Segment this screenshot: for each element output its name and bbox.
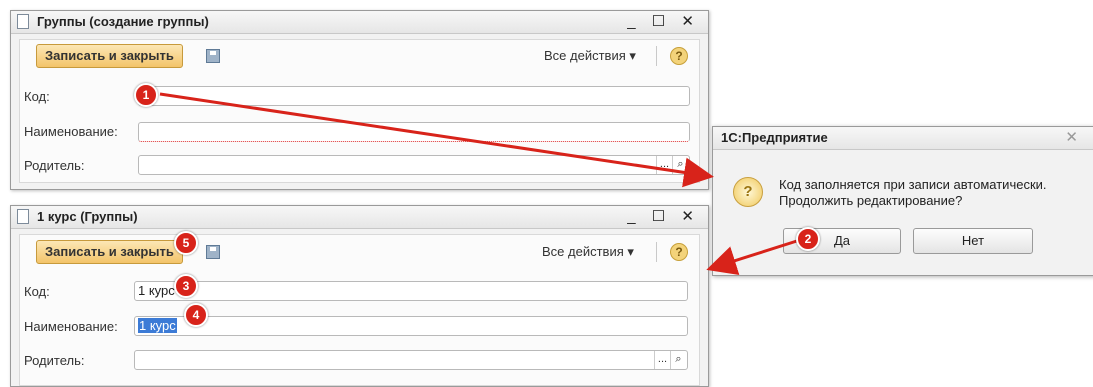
window-title: 1 курс (Группы) — [37, 209, 138, 224]
dialog-close-icon[interactable]: ✕ — [1065, 128, 1084, 146]
step-badge-5: 5 — [174, 231, 198, 255]
document-icon — [17, 14, 29, 29]
parent-field[interactable] — [138, 155, 690, 175]
dialog-title: 1С:Предприятие — [721, 130, 828, 145]
name-field[interactable]: 1 курс — [134, 316, 688, 336]
parent-label: Родитель: — [24, 158, 85, 173]
search-icon[interactable]: ⌕ — [670, 351, 686, 369]
save-and-close-button[interactable]: Записать и закрыть — [36, 44, 183, 68]
search-icon[interactable]: ⌕ — [672, 156, 688, 174]
save-icon[interactable] — [206, 245, 220, 259]
minimize-icon[interactable]: _ — [627, 208, 641, 225]
maximize-icon[interactable]: ☐ — [652, 207, 671, 225]
toolbar-separator — [656, 46, 657, 66]
step-badge-4: 4 — [184, 303, 208, 327]
form-panel: Записать и закрыть Все действия ▾ ? Код:… — [19, 234, 700, 386]
selected-text: 1 курс — [138, 318, 177, 333]
name-label: Наименование: — [24, 319, 118, 334]
close-icon[interactable]: ✕ — [681, 12, 700, 30]
window-title: Группы (создание группы) — [37, 14, 209, 29]
confirm-dialog: 1С:Предприятие ✕ ? Код заполняется при з… — [712, 126, 1093, 276]
code-label: Код: — [24, 284, 50, 299]
maximize-icon[interactable]: ☐ — [652, 12, 671, 30]
window-create-group: Группы (создание группы) _ ☐ ✕ Записать … — [10, 10, 709, 190]
step-badge-2: 2 — [796, 227, 820, 251]
close-icon[interactable]: ✕ — [681, 207, 700, 225]
parent-label: Родитель: — [24, 353, 85, 368]
dialog-message-line1: Код заполняется при записи автоматически… — [779, 177, 1047, 192]
window-controls: _ ☐ ✕ — [627, 12, 700, 30]
form-panel: Записать и закрыть Все действия ▾ ? Код:… — [19, 39, 700, 183]
toolbar-separator — [656, 242, 657, 262]
dialog-message-line2: Продолжить редактирование? — [779, 193, 963, 208]
window-titlebar: Группы (создание группы) _ ☐ ✕ — [11, 11, 708, 34]
parent-field[interactable] — [134, 350, 688, 370]
window-controls: _ ☐ ✕ — [627, 207, 700, 225]
name-label: Наименование: — [24, 124, 118, 139]
code-label: Код: — [24, 89, 50, 104]
help-icon[interactable]: ? — [670, 243, 688, 261]
no-button[interactable]: Нет — [913, 228, 1033, 254]
window-group-1kurs: 1 курс (Группы) _ ☐ ✕ Записать и закрыть… — [10, 205, 709, 387]
minimize-icon[interactable]: _ — [627, 13, 641, 30]
parent-picker-button[interactable]: ... — [654, 351, 670, 369]
question-icon: ? — [733, 177, 763, 207]
dialog-titlebar: 1С:Предприятие ✕ — [713, 127, 1093, 150]
name-field[interactable] — [138, 122, 690, 142]
help-icon[interactable]: ? — [670, 47, 688, 65]
step-badge-1: 1 — [134, 83, 158, 107]
window-titlebar: 1 курс (Группы) _ ☐ ✕ — [11, 206, 708, 229]
save-and-close-button[interactable]: Записать и закрыть — [36, 240, 183, 264]
all-actions-menu[interactable]: Все действия ▾ — [544, 48, 636, 64]
save-icon[interactable] — [206, 49, 220, 63]
parent-picker-button[interactable]: ... — [656, 156, 672, 174]
step-badge-3: 3 — [174, 274, 198, 298]
code-field[interactable]: 1 курс — [134, 281, 688, 301]
all-actions-menu[interactable]: Все действия ▾ — [542, 244, 634, 260]
document-icon — [17, 209, 29, 224]
code-field[interactable] — [138, 86, 690, 106]
